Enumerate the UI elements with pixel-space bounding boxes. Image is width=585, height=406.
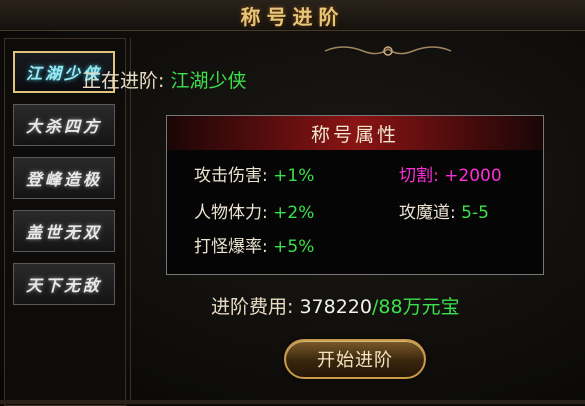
attr-label: 攻魔道: [399,203,456,223]
advancement-cost: 进阶费用: 378220/88万元宝 [211,292,460,319]
title-tab-dengfeng-zaoji[interactable]: 登峰造极 [13,157,115,199]
advancing-label: 正在进阶: [82,70,165,92]
title-tab-label: 天下无敌 [25,276,102,295]
attr-value: +5% [273,237,315,257]
title-tab-label: 大杀四方 [25,117,102,136]
attr-value: +2000 [444,166,502,186]
ornament-divider-icon [324,46,452,56]
start-button-label: 开始进阶 [317,350,393,371]
attr-value: 5-5 [461,203,489,223]
start-advancement-button[interactable]: 开始进阶 [284,339,426,379]
title-tab-label: 盖世无双 [25,223,102,242]
bottom-border [0,400,585,404]
attr-cut: 切割: +2000 [399,161,502,186]
cost-total: /88万元宝 [371,296,460,318]
attributes-header: 称号属性 [167,116,543,150]
title-list-panel: 江湖少侠 大杀四方 登峰造极 盖世无双 天下无敌 [4,38,126,406]
attr-label: 攻击伤害: [194,166,268,186]
attr-attack-magic-tao: 攻魔道: 5-5 [399,198,489,223]
attributes-box: 称号属性 攻击伤害: +1% 切割: +2000 人物体力: +2% 攻魔道: … [166,115,544,275]
cost-label: 进阶费用: [211,296,294,318]
title-tab-dasha-sifang[interactable]: 大杀四方 [13,104,115,146]
attr-label: 切割: [399,166,439,186]
title-bar: 称号进阶 [0,0,585,31]
advancing-title-name: 江湖少侠 [170,70,247,92]
title-tab-label: 登峰造极 [25,170,102,189]
attr-attack-damage: 攻击伤害: +1% [194,161,314,186]
advancing-line: 正在进阶: 江湖少侠 [82,66,246,93]
title-advancement-window: 称号进阶 江湖少侠 大杀四方 登峰造极 盖世无双 天下无敌 正在进阶: 江湖少侠… [0,0,585,406]
attr-value: +1% [273,166,315,186]
attr-stamina: 人物体力: +2% [194,198,314,223]
attr-value: +2% [273,203,315,223]
title-tab-gaishi-wushuang[interactable]: 盖世无双 [13,210,115,252]
attr-label: 打怪爆率: [194,237,268,257]
window-title: 称号进阶 [240,4,345,29]
attr-label: 人物体力: [194,203,268,223]
cost-amount: 378220 [299,296,372,318]
attr-drop-rate: 打怪爆率: +5% [194,232,314,257]
title-tab-tianxia-wudi[interactable]: 天下无敌 [13,263,115,305]
